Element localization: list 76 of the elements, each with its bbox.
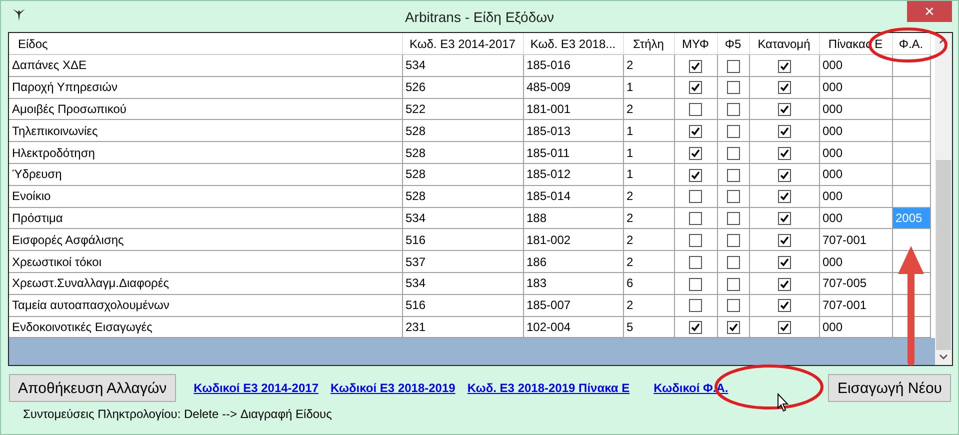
table-cell: 534 (402, 54, 523, 76)
table-cell: 2 (623, 54, 674, 76)
table-cell: 185-014 (523, 185, 623, 208)
table-cell: 516 (402, 294, 523, 316)
table-cell: 181-002 (523, 228, 623, 251)
table-cell: 000 (819, 207, 892, 229)
table-cell: 707-001 (819, 228, 892, 251)
table-cell: 000 (819, 142, 892, 164)
table-cell: 2 (623, 294, 674, 316)
table-cell: 000 (819, 76, 892, 98)
table-cell: 185-011 (523, 142, 623, 164)
table-cell: Ύδρευση (9, 163, 402, 186)
table-cell: 2 (623, 250, 674, 272)
column-header[interactable]: Είδος (9, 33, 402, 54)
window-title: Arbitrans - Είδη Εξόδων (404, 8, 554, 24)
table-cell: 528 (402, 142, 523, 164)
table-cell: 522 (402, 98, 523, 120)
table-cell: 186 (523, 250, 623, 272)
close-button[interactable]: ✕ (907, 1, 952, 22)
column-header[interactable]: Κωδ. Ε3 2014-2017 (402, 33, 523, 54)
link[interactable]: Κωδικοί Ε3 2014-2017 (194, 381, 318, 395)
table-cell: 185-013 (523, 120, 623, 142)
table-cell: 707-001 (819, 294, 892, 316)
table-cell: 000 (819, 120, 892, 142)
table-cell: 185-012 (523, 163, 623, 186)
table-cell: Ταμεία αυτοαπασχολουμένων (9, 294, 402, 316)
table-cell: 000 (819, 185, 892, 208)
table-cell: 528 (402, 120, 523, 142)
table-cell: 1 (623, 163, 674, 186)
table-cell: Χρεωστ.Συναλλαγμ.Διαφορές (9, 272, 402, 294)
table-cell: 000 (819, 98, 892, 120)
column-header[interactable]: Κωδ. Ε3 2018... (523, 33, 623, 54)
table-cell: Τηλεπικοινωνίες (9, 120, 402, 142)
table-cell: Αμοιβές Προσωπικού (9, 98, 402, 120)
table-cell: 1 (623, 76, 674, 98)
table-cell: 2 (623, 185, 674, 208)
column-header[interactable]: Κατανομή (749, 33, 819, 54)
link[interactable]: Κωδικοί Ε3 2018-2019 (330, 381, 456, 395)
table-cell: 2 (623, 228, 674, 251)
table-cell: Ηλεκτροδότηση (9, 142, 402, 164)
table-cell: 516 (402, 228, 523, 251)
table-cell: 526 (402, 76, 523, 98)
table-cell: 1 (623, 120, 674, 142)
table-cell: 000 (819, 54, 892, 76)
table-cell: 528 (402, 185, 523, 208)
table-cell: Πρόστιμα (9, 207, 402, 229)
table-cell: 185-007 (523, 294, 623, 316)
add-new-button[interactable]: Εισαγωγή Νέου (828, 374, 951, 402)
table-cell: 000 (819, 250, 892, 272)
link[interactable]: Κωδ. Ε3 2018-2019 Πίνακα Ε (467, 381, 630, 395)
table-cell: 2 (623, 98, 674, 120)
table-cell: 188 (523, 207, 623, 229)
table-cell: Παροχή Υπηρεσιών (9, 76, 402, 98)
shortcuts-text: Συντομεύσεις Πληκτρολογίου: Delete --> Διαγραφή Είδους (23, 407, 333, 421)
table-cell: Δαπάνες ΧΔΕ (9, 54, 402, 76)
table-cell: 534 (402, 207, 523, 229)
table-cell: 181-001 (523, 98, 623, 120)
table-cell: 537 (402, 250, 523, 272)
table-cell: 2 (623, 207, 674, 229)
table-cell: Ενοίκιο (9, 185, 402, 208)
table-cell: 000 (819, 163, 892, 186)
table-cell: 1 (623, 142, 674, 164)
table-cell: 183 (523, 272, 623, 294)
save-button[interactable]: Αποθήκευση Αλλαγών (9, 374, 176, 402)
table-cell: 6 (623, 272, 674, 294)
column-header[interactable]: ΜΥΦ (674, 33, 717, 54)
table-cell: 534 (402, 272, 523, 294)
table-cell: 528 (402, 163, 523, 186)
table-cell: 485-009 (523, 76, 623, 98)
table-cell: Χρεωστικοί τόκοι (9, 250, 402, 272)
column-header[interactable]: Στήλη (623, 33, 674, 54)
table-cell: Εισφορές Ασφάλισης (9, 228, 402, 251)
table-cell: 707-005 (819, 272, 892, 294)
column-header[interactable]: Φ5 (717, 33, 749, 54)
column-header[interactable]: Φ.Α. (892, 33, 930, 54)
table-cell: 185-016 (523, 54, 623, 76)
